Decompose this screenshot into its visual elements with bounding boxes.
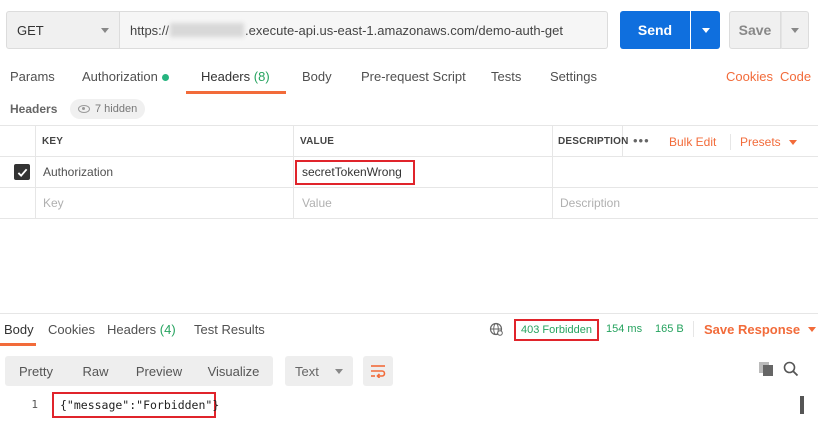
view-preview[interactable]: Preview — [124, 356, 194, 386]
chevron-down-icon — [701, 27, 710, 33]
hidden-count: 7 hidden — [95, 103, 138, 115]
tab-headers-label: Headers — [201, 69, 251, 84]
response-tab-cookies[interactable]: Cookies — [48, 322, 95, 337]
response-headers-label: Headers — [107, 322, 157, 337]
status-code-badge: 403 Forbidden — [514, 319, 599, 341]
response-size: 165 B — [655, 323, 684, 335]
active-tab-indicator — [0, 343, 36, 346]
save-button[interactable]: Save — [729, 11, 781, 49]
format-label: Text — [295, 363, 319, 379]
view-visualize[interactable]: Visualize — [194, 356, 273, 386]
search-icon[interactable] — [783, 361, 799, 377]
hidden-headers-toggle[interactable]: 7 hidden — [70, 99, 146, 119]
tab-headers-count: (8) — [253, 69, 270, 84]
globe-icon[interactable] — [489, 322, 503, 336]
row-divider — [0, 218, 818, 219]
column-divider — [552, 125, 553, 219]
scrollbar-thumb[interactable] — [800, 396, 804, 414]
response-body-highlight[interactable]: {"message":"Forbidden"} — [52, 392, 220, 418]
header-key-cell[interactable]: Authorization — [43, 165, 113, 179]
view-mode-group: Pretty Raw Preview Visualize — [5, 356, 273, 386]
response-body-text: {"message":"Forbidden"} — [60, 398, 220, 412]
new-key-input[interactable]: Key — [43, 196, 64, 210]
tab-body[interactable]: Body — [302, 69, 332, 91]
more-options-icon[interactable]: ••• — [633, 133, 650, 148]
new-value-input[interactable]: Value — [302, 196, 332, 210]
response-tab-test-results[interactable]: Test Results — [194, 322, 265, 337]
chevron-down-icon — [808, 327, 817, 332]
tab-settings[interactable]: Settings — [550, 69, 597, 91]
view-pretty[interactable]: Pretty — [5, 356, 67, 386]
redacted-host — [170, 23, 245, 37]
status-text: 403 Forbidden — [521, 324, 592, 336]
line-number: 1 — [31, 398, 38, 411]
chevron-down-icon — [335, 368, 343, 374]
table-header-divider — [0, 156, 818, 157]
divider — [693, 321, 694, 337]
status-dot-icon — [161, 74, 169, 82]
tab-prerequest-script[interactable]: Pre-request Script — [361, 69, 466, 91]
active-tab-indicator — [186, 91, 286, 94]
new-description-input[interactable]: Description — [560, 196, 620, 210]
eye-icon — [78, 105, 90, 113]
row-divider — [0, 187, 818, 188]
wrap-icon — [371, 365, 386, 378]
response-headers-count: (4) — [159, 322, 176, 337]
response-tab-headers[interactable]: Headers (4) — [107, 322, 176, 337]
checkmark-icon — [17, 168, 27, 177]
method-label: GET — [17, 22, 44, 38]
save-response-dropdown[interactable]: Save Response — [704, 322, 817, 337]
headers-subtitle: Headers — [10, 102, 58, 116]
chevron-down-icon — [791, 27, 799, 33]
send-button[interactable]: Send — [620, 11, 690, 49]
url-suffix: .execute-api.us-east-1.amazonaws.com/dem… — [245, 22, 563, 38]
chevron-down-icon — [101, 27, 109, 33]
tab-headers[interactable]: Headers (8) — [201, 69, 270, 91]
response-divider — [0, 313, 818, 314]
code-link[interactable]: Code — [780, 69, 811, 84]
bulk-edit-link[interactable]: Bulk Edit — [669, 135, 716, 149]
column-header-description: DESCRIPTION — [558, 136, 629, 147]
column-header-key: KEY — [42, 136, 64, 147]
wrap-lines-button[interactable] — [363, 356, 393, 386]
method-select[interactable]: GET — [6, 11, 120, 49]
header-value-cell[interactable]: secretTokenWrong — [302, 165, 402, 179]
column-header-value: VALUE — [300, 136, 335, 147]
row-enabled-checkbox[interactable] — [14, 164, 30, 180]
column-divider — [293, 125, 294, 219]
send-options-button[interactable] — [691, 11, 720, 49]
copy-icon[interactable] — [758, 361, 774, 377]
cookies-link[interactable]: Cookies — [726, 69, 773, 84]
tab-authorization[interactable]: Authorization — [82, 69, 169, 91]
table-border-top — [0, 125, 818, 126]
tab-tests[interactable]: Tests — [491, 69, 521, 91]
save-options-button[interactable] — [781, 11, 809, 49]
tab-authorization-label: Authorization — [82, 69, 158, 84]
save-response-label: Save Response — [704, 322, 801, 337]
format-select[interactable]: Text — [285, 356, 353, 386]
chevron-down-icon — [788, 139, 797, 145]
presets-label: Presets — [740, 135, 781, 149]
column-divider — [35, 125, 36, 219]
presets-dropdown[interactable]: Presets — [740, 135, 797, 149]
url-input[interactable]: https:// .execute-api.us-east-1.amazonaw… — [120, 11, 608, 49]
response-tab-body[interactable]: Body — [4, 322, 34, 337]
tab-params[interactable]: Params — [10, 69, 55, 91]
divider — [730, 134, 731, 150]
response-time: 154 ms — [606, 323, 643, 335]
view-raw[interactable]: Raw — [67, 356, 124, 386]
url-prefix: https:// — [130, 22, 170, 38]
